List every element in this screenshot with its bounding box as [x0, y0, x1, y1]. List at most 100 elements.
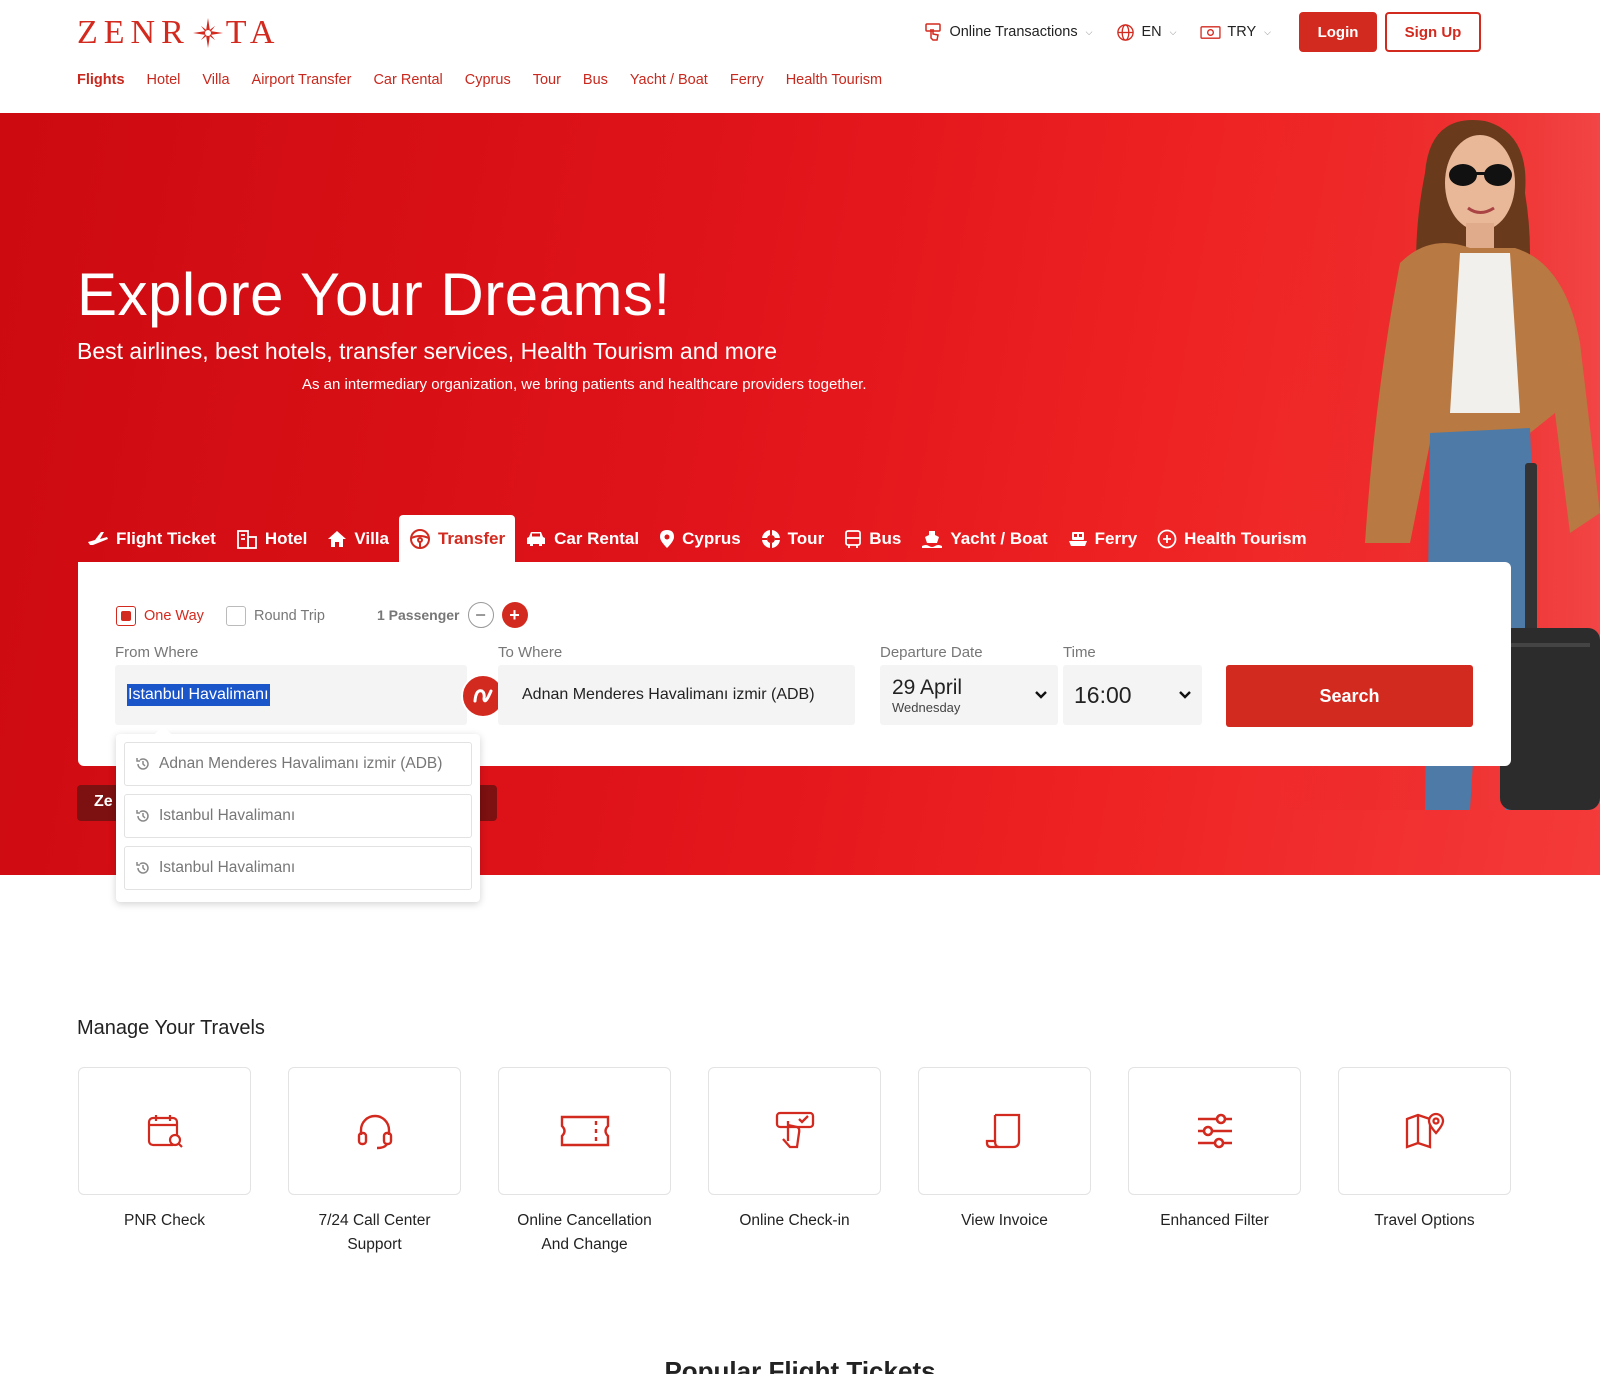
suggestion-item[interactable]: Istanbul Havalimanı — [124, 846, 472, 890]
ship-icon — [922, 530, 943, 548]
departure-weekday: Wednesday — [892, 699, 961, 715]
signup-button[interactable]: Sign Up — [1385, 12, 1481, 52]
card-label: 7/24 Call Center Support — [318, 1212, 431, 1253]
online-transactions-label: Online Transactions — [949, 24, 1078, 40]
header-actions: Online Transactions ⌵ EN ⌵ TRY ⌵ Login S… — [923, 12, 1481, 52]
topnav-tour[interactable]: Tour — [533, 72, 561, 88]
brand-logo[interactable]: ZENR TA — [77, 14, 280, 52]
language-selector[interactable]: EN ⌵ — [1116, 23, 1176, 42]
service-tabs: Flight Ticket Hotel Villa Transfer Car R… — [77, 515, 1317, 562]
increase-passenger-button[interactable]: + — [501, 602, 528, 628]
plane-icon — [88, 531, 108, 545]
card-box[interactable] — [1128, 1067, 1301, 1195]
map-pin-icon — [1405, 1112, 1444, 1149]
location-pin-icon — [660, 529, 675, 548]
tab-label: Bus — [869, 528, 902, 548]
tab-flight-ticket[interactable]: Flight Ticket — [77, 515, 226, 562]
online-transactions-menu[interactable]: Online Transactions ⌵ — [923, 22, 1092, 42]
hand-check-icon — [775, 1111, 814, 1149]
suggestion-item[interactable]: Istanbul Havalimanı — [124, 794, 472, 838]
card-box[interactable] — [1338, 1067, 1511, 1195]
suggestion-text: Istanbul Havalimanı — [159, 807, 296, 824]
card-label: PNR Check — [124, 1212, 205, 1229]
card-label: View Invoice — [961, 1212, 1048, 1229]
topnav-hotel[interactable]: Hotel — [147, 72, 181, 88]
card-box[interactable] — [78, 1067, 251, 1195]
hotel-icon — [236, 529, 257, 549]
tab-ferry[interactable]: Ferry — [1058, 515, 1148, 562]
hand-pointer-icon — [925, 23, 942, 41]
card-label: Online Check-in — [739, 1212, 850, 1229]
enhanced-filter-card[interactable]: Enhanced Filter — [1128, 1067, 1301, 1257]
car-icon — [527, 531, 546, 546]
tab-health-tourism[interactable]: Health Tourism — [1147, 515, 1316, 562]
card-box[interactable] — [708, 1067, 881, 1195]
tab-label: Tour — [787, 528, 825, 548]
tab-tour[interactable]: Tour — [751, 515, 835, 562]
topnav-villa[interactable]: Villa — [202, 72, 229, 88]
topnav-health-tourism[interactable]: Health Tourism — [786, 72, 882, 88]
chevron-down-icon — [1179, 691, 1191, 699]
currency-selector[interactable]: TRY ⌵ — [1200, 24, 1271, 41]
topnav-yacht-boat[interactable]: Yacht / Boat — [630, 72, 708, 88]
decrease-passenger-button[interactable]: − — [467, 602, 494, 628]
one-way-checkbox[interactable] — [116, 606, 136, 626]
tab-hotel[interactable]: Hotel — [226, 515, 318, 562]
topnav-flights[interactable]: Flights — [77, 72, 125, 88]
tab-label: Ferry — [1094, 528, 1138, 548]
cancellation-card[interactable]: Online Cancellation And Change — [498, 1067, 671, 1257]
tab-transfer[interactable]: Transfer — [398, 515, 516, 562]
topnav-cyprus[interactable]: Cyprus — [465, 72, 511, 88]
to-input[interactable]: Adnan Menderes Havalimanı izmir (ADB) — [498, 665, 855, 725]
one-way-option[interactable]: One Way — [116, 606, 204, 626]
top-navigation: Flights Hotel Villa Airport Transfer Car… — [77, 72, 882, 88]
card-box[interactable] — [918, 1067, 1091, 1195]
calendar-search-icon — [147, 1115, 183, 1148]
tab-yacht-boat[interactable]: Yacht / Boat — [911, 515, 1057, 562]
suggestion-item[interactable]: Adnan Menderes Havalimanı izmir (ADB) — [124, 742, 472, 786]
lifebuoy-icon — [761, 529, 780, 548]
topnav-ferry[interactable]: Ferry — [730, 72, 764, 88]
from-input-value: Istanbul Havalimanı — [127, 684, 270, 706]
card-box[interactable] — [498, 1067, 671, 1195]
sliders-icon — [1197, 1113, 1232, 1149]
topnav-airport-transfer[interactable]: Airport Transfer — [252, 72, 352, 88]
from-input[interactable]: Istanbul Havalimanı — [115, 665, 467, 725]
card-box[interactable] — [288, 1067, 461, 1195]
suggestion-text: Adnan Menderes Havalimanı izmir (ADB) — [159, 755, 443, 772]
chevron-down-icon: ⌵ — [1264, 26, 1271, 37]
steering-wheel-icon — [409, 528, 430, 549]
tab-label: Flight Ticket — [116, 528, 216, 548]
tab-label: Hotel — [264, 528, 308, 548]
pnr-check-card[interactable]: PNR Check — [78, 1067, 251, 1257]
tab-label: Yacht / Boat — [950, 528, 1048, 548]
chevron-down-icon: ⌵ — [1169, 26, 1177, 37]
time-select[interactable]: 16:00 — [1063, 665, 1202, 725]
tab-label: Health Tourism — [1184, 528, 1307, 548]
check-in-card[interactable]: Online Check-in — [708, 1067, 881, 1257]
tab-car-rental[interactable]: Car Rental — [515, 515, 649, 562]
card-label: Travel Options — [1374, 1212, 1475, 1229]
topnav-bus[interactable]: Bus — [583, 72, 608, 88]
history-icon — [136, 862, 149, 874]
money-icon — [1200, 25, 1222, 39]
tab-bus[interactable]: Bus — [834, 515, 911, 562]
round-trip-option[interactable]: Round Trip — [226, 606, 325, 626]
login-button[interactable]: Login — [1299, 12, 1377, 52]
home-icon — [328, 530, 347, 547]
compass-star-icon — [192, 18, 223, 48]
suggestion-text: Istanbul Havalimanı — [159, 859, 296, 876]
language-label: EN — [1141, 24, 1162, 40]
travel-options-card[interactable]: Travel Options — [1338, 1067, 1511, 1257]
departure-date-select[interactable]: 29 April Wednesday — [880, 665, 1058, 725]
view-invoice-card[interactable]: View Invoice — [918, 1067, 1091, 1257]
topnav-car-rental[interactable]: Car Rental — [373, 72, 442, 88]
time-label: Time — [1063, 644, 1096, 661]
tab-cyprus[interactable]: Cyprus — [649, 515, 751, 562]
tab-villa[interactable]: Villa — [317, 515, 399, 562]
search-button[interactable]: Search — [1226, 665, 1473, 727]
bus-icon — [845, 529, 862, 548]
call-center-card[interactable]: 7/24 Call Center Support — [288, 1067, 461, 1257]
logo-text-left: ZENR — [77, 14, 190, 51]
round-trip-checkbox[interactable] — [226, 606, 246, 626]
